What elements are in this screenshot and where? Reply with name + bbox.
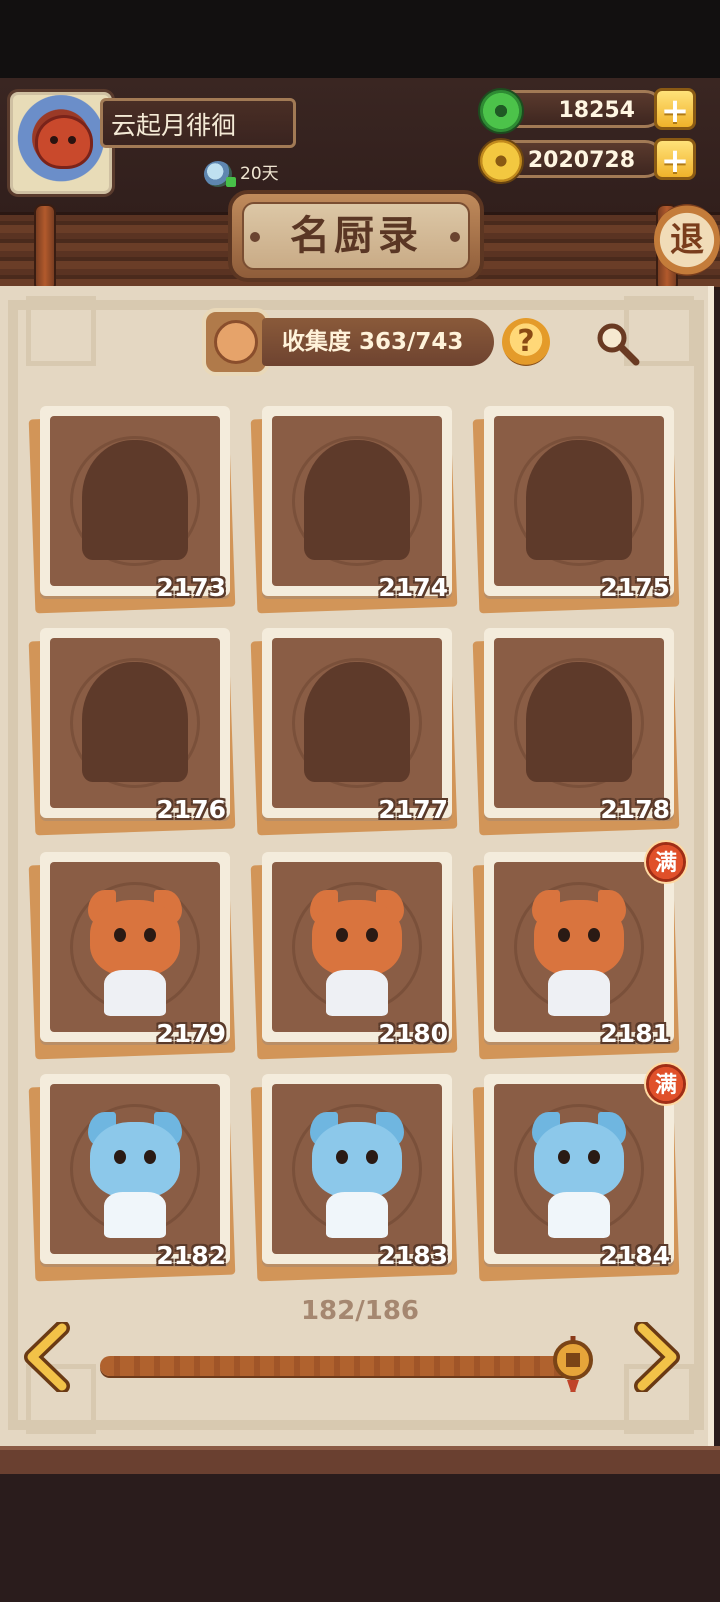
card-number: 2183	[378, 1241, 448, 1270]
chef-portrait	[50, 862, 220, 1032]
collection-label: 收集度	[282, 329, 351, 355]
chef-portrait	[272, 862, 442, 1032]
card-number: 2177	[378, 795, 448, 824]
full-badge: 满	[644, 840, 688, 884]
page-indicator: 182/186	[300, 1296, 420, 1326]
add-jade-button[interactable]: +	[654, 88, 696, 131]
chef-card[interactable]: 2183	[250, 1074, 458, 1282]
left-post	[34, 204, 56, 292]
collection-emblem-icon	[202, 308, 270, 376]
card-number: 2180	[378, 1019, 448, 1048]
page-title: 名厨录	[290, 213, 422, 259]
corner-ornament	[26, 296, 96, 366]
scroll-knob[interactable]	[549, 1336, 597, 1392]
chef-portrait	[272, 416, 442, 586]
chef-portrait	[272, 1084, 442, 1254]
chef-card[interactable]: 2178	[472, 628, 680, 836]
bunny-chef	[522, 1112, 636, 1238]
chef-card[interactable]: 2177	[250, 628, 458, 836]
potion-icon	[204, 161, 236, 187]
chef-card[interactable]: 2179	[28, 852, 236, 1060]
chef-card[interactable]: 2181 满	[472, 840, 688, 1060]
player-name: 云起月徘徊	[100, 98, 296, 148]
card-number: 2181	[600, 1019, 670, 1048]
search-icon[interactable]	[594, 320, 642, 368]
locked-silhouette	[304, 662, 410, 782]
days-indicator: 20天	[204, 160, 279, 188]
cat-chef	[300, 890, 414, 1016]
collection-count: 363/743	[359, 329, 464, 355]
card-number: 2174	[378, 573, 448, 602]
bunny-chef	[78, 1112, 192, 1238]
card-number: 2173	[156, 573, 226, 602]
chef-portrait	[494, 638, 664, 808]
card-number: 2176	[156, 795, 226, 824]
avatar-face	[35, 115, 93, 169]
chevron-left-icon[interactable]	[22, 1322, 74, 1392]
full-badge: 满	[644, 1062, 688, 1106]
card-number: 2184	[600, 1241, 670, 1270]
system-status-bar	[0, 0, 720, 78]
chef-portrait	[494, 1084, 664, 1254]
days-text: 20天	[240, 164, 279, 184]
coin-icon	[478, 138, 524, 184]
chef-portrait	[494, 416, 664, 586]
locked-silhouette	[82, 662, 188, 782]
chevron-right-icon[interactable]	[630, 1322, 682, 1392]
player-avatar[interactable]	[10, 92, 112, 194]
chef-portrait	[50, 638, 220, 808]
collection-progress: 收集度 363/743	[262, 318, 494, 366]
page-scrollbar[interactable]	[100, 1356, 584, 1376]
chef-card[interactable]: 2174	[250, 406, 458, 614]
panel-bottom-edge	[0, 1446, 720, 1474]
locked-silhouette	[82, 440, 188, 560]
exit-button[interactable]: 退	[654, 204, 720, 276]
chef-card[interactable]: 2175	[472, 406, 680, 614]
card-number: 2175	[600, 573, 670, 602]
bunny-chef	[300, 1112, 414, 1238]
locked-silhouette	[304, 440, 410, 560]
jade-icon	[478, 88, 524, 134]
chef-portrait	[50, 416, 220, 586]
chef-card[interactable]: 2182	[28, 1074, 236, 1282]
chef-portrait	[272, 638, 442, 808]
add-coin-button[interactable]: +	[654, 138, 696, 181]
card-number: 2179	[156, 1019, 226, 1048]
chef-card[interactable]: 2173	[28, 406, 236, 614]
cat-chef	[78, 890, 192, 1016]
chef-card[interactable]: 2180	[250, 852, 458, 1060]
chef-card[interactable]: 2184 满	[472, 1062, 688, 1282]
chef-portrait	[494, 862, 664, 1032]
locked-silhouette	[526, 662, 632, 782]
card-number: 2178	[600, 795, 670, 824]
chef-portrait	[50, 1084, 220, 1254]
card-number: 2182	[156, 1241, 226, 1270]
locked-silhouette	[526, 440, 632, 560]
chef-card[interactable]: 2176	[28, 628, 236, 836]
help-button[interactable]: ?	[502, 318, 550, 366]
cat-chef	[522, 890, 636, 1016]
